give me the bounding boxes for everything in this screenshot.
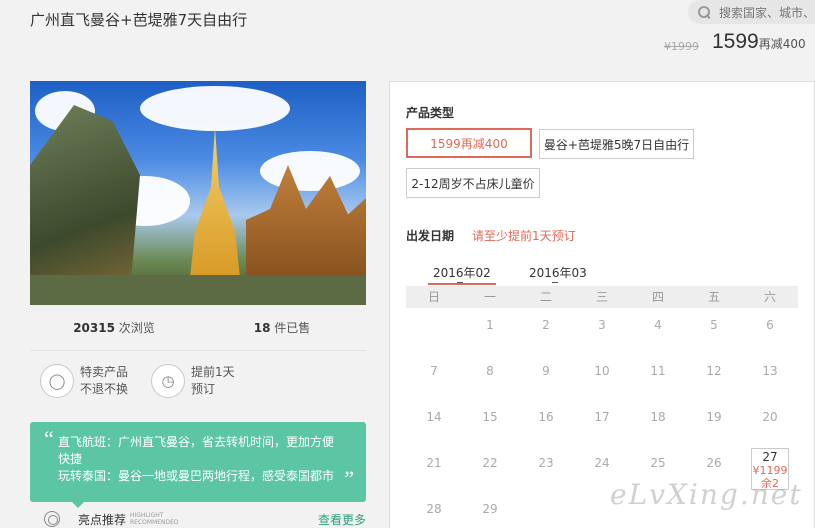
calendar-day: 21 bbox=[426, 456, 442, 470]
calendar-day bbox=[406, 310, 462, 356]
price-promo: 再减400 bbox=[758, 37, 806, 51]
price-value: 1599 bbox=[712, 30, 759, 53]
search-input[interactable]: 搜索国家、城市、 bbox=[719, 4, 815, 21]
quote-open-icon: “ bbox=[44, 426, 54, 451]
calendar-day: 12 bbox=[706, 364, 722, 378]
calendar-day: 1 bbox=[486, 318, 494, 332]
view-count: 20315 次浏览 bbox=[73, 321, 155, 335]
watermark: eLvXing.net bbox=[610, 478, 803, 511]
stats-bar: 20315 次浏览 18 件已售 bbox=[30, 305, 366, 351]
calendar-day: 28 bbox=[426, 502, 442, 516]
tab-month-mar[interactable]: 2016年03 bbox=[529, 264, 587, 281]
clock-icon: ◷ bbox=[151, 364, 185, 398]
tag-icon: ◯ bbox=[40, 364, 74, 398]
calendar-day: 7 bbox=[430, 364, 438, 378]
calendar-day: 8 bbox=[486, 364, 494, 378]
calendar-day: 2 bbox=[542, 318, 550, 332]
calendar-day: 17 bbox=[594, 410, 610, 424]
page-title: 广州直飞曼谷+芭堤雅7天自由行 bbox=[30, 11, 248, 29]
calendar-weekdays: 日一二三四五六 bbox=[406, 286, 798, 308]
calendar-day: 20 bbox=[762, 410, 778, 424]
calendar-day: 9 bbox=[542, 364, 550, 378]
departure-date-label: 出发日期 bbox=[406, 229, 455, 243]
original-price: ¥1999 bbox=[664, 40, 699, 53]
search-icon[interactable] bbox=[698, 5, 711, 19]
highlight-box: “ 直飞航班：广州直飞曼谷，省去转机时间，更加方便快捷 玩转泰国：曼谷一地或曼巴… bbox=[30, 422, 366, 502]
calendar-day: 11 bbox=[650, 364, 666, 378]
highlight-label-en: HIGHLIGHT RECOMMENDED bbox=[130, 512, 179, 526]
sold-count: 18 件已售 bbox=[253, 321, 311, 335]
calendar-day: 13 bbox=[762, 364, 778, 378]
calendar-day bbox=[518, 494, 574, 528]
product-option-3[interactable]: 2-12周岁不占床儿童价 bbox=[406, 168, 540, 198]
see-more-link[interactable]: 查看更多 bbox=[318, 511, 366, 528]
sun-icon bbox=[44, 511, 60, 527]
product-option-1[interactable]: 1599再减400 bbox=[406, 128, 532, 158]
feature-special-sale: ◯ 特卖产品 不退不换 bbox=[40, 364, 151, 398]
calendar-day: 16 bbox=[538, 410, 554, 424]
feature-advance-booking: ◷ 提前1天 预订 bbox=[151, 364, 262, 398]
product-summary: 20315 次浏览 18 件已售 ◯ 特卖产品 不退不换 ◷ 提前1天 预订 bbox=[30, 81, 366, 411]
calendar-day: 6 bbox=[766, 318, 774, 332]
calendar-day: 10 bbox=[594, 364, 610, 378]
highlight-line-2: 玩转泰国：曼谷一地或曼巴两地行程，感受泰国都市 bbox=[58, 469, 335, 483]
calendar-day: 19 bbox=[706, 410, 722, 424]
highlight-line-1: 直飞航班：广州直飞曼谷，省去转机时间，更加方便快捷 bbox=[58, 435, 335, 466]
calendar-day: 22 bbox=[482, 456, 498, 470]
booking-panel: 产品类型 1599再减400 曼谷+芭堤雅5晚7日自由行 2-12周岁不占床儿童… bbox=[389, 81, 815, 528]
calendar-day: 4 bbox=[654, 318, 662, 332]
highlight-label: 亮点推荐 bbox=[78, 512, 127, 527]
hero-image bbox=[30, 81, 366, 305]
highlight-footer: 亮点推荐 HIGHLIGHT RECOMMENDED 查看更多 bbox=[44, 510, 366, 528]
product-option-2[interactable]: 曼谷+芭堤雅5晚7日自由行 bbox=[539, 129, 694, 159]
search-box[interactable]: 搜索国家、城市、 bbox=[688, 0, 815, 24]
feature-list: ◯ 特卖产品 不退不换 ◷ 提前1天 预订 bbox=[30, 351, 366, 411]
calendar-day: 15 bbox=[482, 410, 498, 424]
quote-close-icon: ” bbox=[344, 466, 354, 491]
highlight-pointer bbox=[70, 500, 86, 508]
calendar-day: 18 bbox=[650, 410, 666, 424]
booking-hint: 请至少提前1天预订 bbox=[472, 229, 576, 243]
calendar-day: 29 bbox=[482, 502, 498, 516]
calendar-day: 14 bbox=[426, 410, 442, 424]
current-price: 1599再减400 bbox=[712, 30, 806, 54]
calendar-day: 23 bbox=[538, 456, 554, 470]
product-type-label: 产品类型 bbox=[406, 106, 455, 120]
calendar-day: 3 bbox=[598, 318, 606, 332]
calendar-day: 5 bbox=[710, 318, 718, 332]
